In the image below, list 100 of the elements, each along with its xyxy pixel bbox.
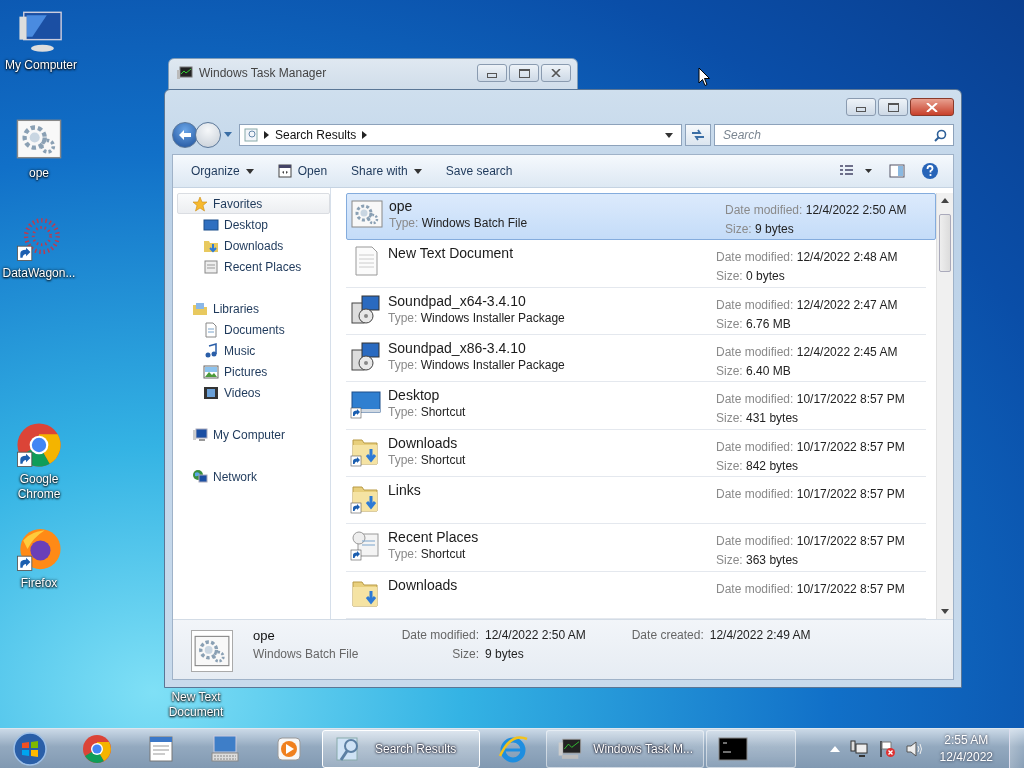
nav-item[interactable]: My Computer <box>177 424 330 445</box>
fox-browser-icon <box>16 526 62 572</box>
nav-item[interactable]: Pictures <box>177 361 330 382</box>
search-icon[interactable] <box>934 128 947 142</box>
nav-item[interactable]: Recent Places <box>177 256 330 277</box>
desktop-icon-label[interactable]: My Computer <box>3 58 79 73</box>
browser-icon <box>16 422 62 468</box>
recent-places-icon <box>203 258 219 275</box>
file-property: Type: Windows Installer Package <box>388 358 566 372</box>
dots-shortcut-icon <box>16 216 62 262</box>
recent-places-icon <box>350 529 382 562</box>
file-row[interactable]: New Text Document Date modified: 12/4/2022 2:48 AM Size: 0 bytes <box>346 240 926 288</box>
monitor-icon <box>203 216 219 233</box>
network-icon[interactable] <box>849 739 868 758</box>
close-icon <box>551 69 561 77</box>
taskbar-window-button[interactable] <box>706 729 796 768</box>
speaker-icon[interactable] <box>905 739 924 758</box>
property-value: 9 bytes <box>485 647 524 661</box>
scroll-thumb[interactable] <box>939 214 951 272</box>
file-property: Date modified: 10/17/2022 8:57 PM <box>716 581 906 596</box>
nav-item[interactable]: Documents <box>177 319 330 340</box>
close-icon <box>926 102 938 112</box>
refresh-button[interactable] <box>685 124 711 146</box>
toolbar-button[interactable]: Organize <box>181 160 264 182</box>
nav-item[interactable]: Favorites <box>177 193 330 214</box>
file-property: Date modified: 12/4/2022 2:48 AM <box>716 250 899 265</box>
forward-button[interactable] <box>195 122 221 148</box>
file-property: Size: 6.76 MB <box>716 316 792 331</box>
file-property: Date modified: 12/4/2022 2:47 AM <box>716 297 899 312</box>
file-row[interactable]: Links Date modified: 10/17/2022 8:57 PM <box>346 476 926 525</box>
file-property: Type: Windows Batch File <box>389 216 529 230</box>
toolbar-button[interactable]: Save search <box>435 160 523 182</box>
network-icon <box>192 468 208 485</box>
maximize-button[interactable] <box>509 64 539 82</box>
file-name: ope <box>253 628 276 643</box>
file-property: Date modified: 10/17/2022 8:57 PM <box>716 439 906 454</box>
file-name: ope <box>389 198 414 214</box>
desktop-icon-label[interactable]: DataWagon... <box>1 266 77 281</box>
search-field[interactable]: Search <box>714 124 954 146</box>
nav-item[interactable]: Music <box>177 340 330 361</box>
file-row[interactable]: Soundpad_x86-3.4.10 Type: Windows Installer Package Date modified: 12/4/2022 2:45 AM Size: 6.40 MB <box>346 335 926 383</box>
file-name: Links <box>388 481 422 498</box>
file-property: Size: 842 bytes <box>716 458 800 473</box>
caret-icon[interactable] <box>665 132 673 138</box>
file-property: Size: 9 bytes <box>725 222 795 236</box>
scroll-down-icon[interactable] <box>941 609 949 614</box>
gears-icon <box>194 633 230 669</box>
gears-icon <box>351 198 383 230</box>
address-bar[interactable]: Search Results <box>239 124 682 146</box>
close-button[interactable] <box>541 64 571 82</box>
file-name: Soundpad_x86-3.4.10 <box>388 340 527 356</box>
preview-pane-icon <box>889 164 905 178</box>
film-icon <box>203 384 219 401</box>
file-property: Type: Windows Installer Package <box>388 310 566 325</box>
property-value: 12/4/2022 2:49 AM <box>709 628 811 642</box>
file-property: Date modified: 10/17/2022 8:57 PM <box>716 486 906 501</box>
desktop-icon-label[interactable]: ope <box>1 166 77 181</box>
back-button[interactable] <box>172 122 198 148</box>
nav-item[interactable]: Videos <box>177 382 330 403</box>
maximize-button[interactable] <box>878 98 908 116</box>
property-label: Size: <box>451 647 479 661</box>
toolbar-button[interactable]: Open <box>267 160 338 182</box>
nav-item[interactable]: Libraries <box>177 298 330 319</box>
file-property: Date modified: 12/4/2022 2:45 AM <box>716 345 899 359</box>
file-row[interactable]: Recent Places Type: Shortcut Date modified: 10/17/2022 8:57 PM Size: 363 bytes <box>346 524 926 572</box>
minimize-button[interactable] <box>846 98 876 116</box>
music-note-icon <box>203 342 219 359</box>
chevron-icon[interactable] <box>264 131 269 139</box>
file-property: Size: 0 bytes <box>716 269 786 284</box>
cursor-icon <box>698 67 711 87</box>
nav-item[interactable]: Network <box>177 466 330 487</box>
file-row[interactable]: Downloads Type: Shortcut Date modified: 10/17/2022 8:57 PM Size: 842 bytes <box>346 429 926 477</box>
file-property: Date modified: 10/17/2022 8:57 PM <box>716 534 906 549</box>
file-name: Recent Places <box>388 529 480 546</box>
minimize-button[interactable] <box>477 64 507 82</box>
flag-icon[interactable] <box>877 739 896 758</box>
file-row[interactable]: Downloads Date modified: 10/17/2022 8:57 PM <box>346 571 926 619</box>
scrollbar[interactable] <box>936 193 953 619</box>
refresh-icon <box>690 128 706 142</box>
file-property: Size: 6.40 MB <box>716 364 792 378</box>
file-property: Size: 431 bytes <box>716 411 800 426</box>
star-icon <box>192 195 208 212</box>
caret-icon <box>413 168 422 174</box>
nav-item[interactable]: Downloads <box>177 235 330 256</box>
chevron-icon[interactable] <box>362 131 368 139</box>
file-row[interactable]: Desktop Type: Shortcut Date modified: 10/17/2022 8:57 PM Size: 431 bytes <box>346 382 926 430</box>
file-name: Desktop <box>388 387 441 404</box>
document-icon <box>203 321 219 338</box>
toolbar-button[interactable]: Share with <box>341 160 432 182</box>
program-window-icon <box>277 164 292 178</box>
file-row[interactable]: ope Type: Windows Batch File Date modified: 12/4/2022 2:50 AM Size: 9 bytes <box>346 193 936 241</box>
file-property: Type: Shortcut <box>388 405 467 420</box>
help-icon <box>921 162 939 180</box>
close-button[interactable] <box>910 98 954 116</box>
window-title: Windows Task Manager <box>199 66 327 80</box>
file-row[interactable]: Soundpad_x64-3.4.10 Type: Windows Installer Package Date modified: 12/4/2022 2:47 AM Size: 6.76 MB <box>346 287 926 335</box>
search-folder-icon <box>244 128 258 142</box>
scroll-up-icon[interactable] <box>941 198 949 203</box>
picture-icon <box>203 363 219 380</box>
nav-item[interactable]: Desktop <box>177 214 330 235</box>
